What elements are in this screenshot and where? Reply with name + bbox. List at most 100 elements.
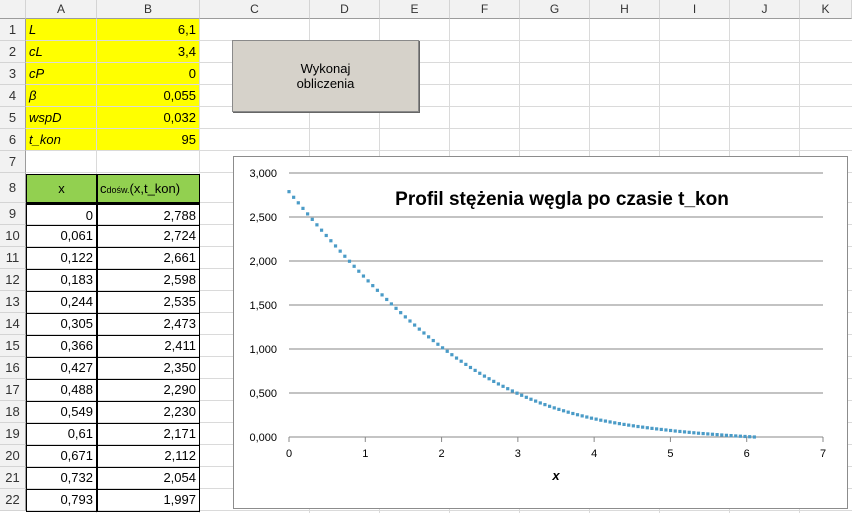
- param-value-1[interactable]: 6,1: [97, 19, 199, 40]
- column-header-e[interactable]: E: [380, 0, 450, 19]
- param-value-2[interactable]: 3,4: [97, 41, 199, 62]
- row-header-18[interactable]: 18: [0, 401, 26, 423]
- table-cell-c[interactable]: 2,054: [97, 467, 200, 490]
- column-header-i[interactable]: I: [660, 0, 730, 19]
- table-cell-x[interactable]: 0: [26, 203, 97, 226]
- param-label-5[interactable]: wspD: [26, 107, 96, 128]
- table-cell-x[interactable]: 0,732: [26, 467, 97, 490]
- data-point: [659, 427, 663, 432]
- chart-title: Profil stężenia węgla po czasie t_kon: [395, 189, 729, 210]
- table-cell-c[interactable]: 2,112: [97, 445, 200, 468]
- column-header-k[interactable]: K: [800, 0, 852, 19]
- table-cell-c[interactable]: 1,997: [97, 489, 200, 512]
- table-cell-x[interactable]: 0,183: [26, 269, 97, 292]
- table-cell-c[interactable]: 2,724: [97, 225, 200, 248]
- column-header-h[interactable]: H: [590, 0, 660, 19]
- data-point: [557, 407, 561, 411]
- row-header-16[interactable]: 16: [0, 357, 26, 379]
- table-cell-x[interactable]: 0,671: [26, 445, 97, 468]
- y-tick-label: 2,000: [249, 256, 277, 268]
- data-point: [655, 427, 659, 431]
- param-value-6[interactable]: 95: [97, 129, 199, 150]
- row-header-19[interactable]: 19: [0, 423, 26, 445]
- column-header-g[interactable]: G: [520, 0, 590, 19]
- row-header-4[interactable]: 4: [0, 85, 26, 107]
- row-header-11[interactable]: 11: [0, 247, 26, 269]
- param-label-3[interactable]: cP: [26, 63, 96, 84]
- table-cell-x[interactable]: 0,122: [26, 247, 97, 270]
- table-cell-c[interactable]: 2,598: [97, 269, 200, 292]
- table-cell-x[interactable]: 0,366: [26, 335, 97, 358]
- row-header-13[interactable]: 13: [0, 291, 26, 313]
- param-label-6[interactable]: t_kon: [26, 129, 96, 150]
- param-label-4[interactable]: β: [26, 85, 96, 106]
- data-point: [617, 422, 621, 426]
- row-header-14[interactable]: 14: [0, 313, 26, 335]
- row-header-20[interactable]: 20: [0, 445, 26, 467]
- data-point: [738, 434, 742, 438]
- data-point: [520, 393, 524, 397]
- row-header-8[interactable]: 8: [0, 173, 26, 203]
- data-point: [389, 302, 393, 306]
- select-all-corner[interactable]: [0, 0, 26, 19]
- table-cell-c[interactable]: 2,411: [97, 335, 200, 358]
- row-header-7[interactable]: 7: [0, 151, 26, 173]
- header-c-subscript: dośw.: [106, 185, 130, 195]
- data-point: [580, 414, 584, 418]
- param-value-3[interactable]: 0: [97, 63, 199, 84]
- row-header-10[interactable]: 10: [0, 225, 26, 247]
- column-header-f[interactable]: F: [450, 0, 520, 19]
- concentration-chart[interactable]: 0,000 0,500 1,000 1,500 2,000 2,500 3,000 0 1 2 3 4…: [233, 156, 848, 509]
- param-value-5[interactable]: 0,032: [97, 107, 199, 128]
- table-cell-x[interactable]: 0,61: [26, 423, 97, 446]
- row-header-3[interactable]: 3: [0, 63, 26, 85]
- table-cell-x[interactable]: 0,793: [26, 489, 97, 512]
- table-cell-x[interactable]: 0,244: [26, 291, 97, 314]
- row-header-5[interactable]: 5: [0, 107, 26, 129]
- y-tick-label: 0,000: [249, 432, 277, 444]
- data-point: [506, 387, 510, 391]
- column-header-a[interactable]: A: [26, 0, 97, 19]
- table-cell-c[interactable]: 2,661: [97, 247, 200, 270]
- table-cell-c[interactable]: 2,290: [97, 379, 200, 402]
- row-header-17[interactable]: 17: [0, 379, 26, 401]
- wykonaj-obliczenia-button[interactable]: Wykonaj obliczenia: [232, 40, 419, 112]
- data-point: [482, 374, 487, 378]
- data-point: [529, 397, 533, 401]
- table-cell-c[interactable]: 2,230: [97, 401, 200, 424]
- data-point: [701, 431, 705, 436]
- data-point: [636, 424, 640, 429]
- data-point: [450, 353, 454, 357]
- row-header-21[interactable]: 21: [0, 467, 26, 489]
- row-header-22[interactable]: 22: [0, 489, 26, 511]
- column-header-j[interactable]: J: [730, 0, 800, 19]
- table-cell-x[interactable]: 0,305: [26, 313, 97, 336]
- row-header-12[interactable]: 12: [0, 269, 26, 291]
- table-header-c[interactable]: cdośw.(x,t_kon): [97, 174, 200, 203]
- table-cell-c[interactable]: 2,535: [97, 291, 200, 314]
- data-point: [599, 418, 603, 422]
- table-cell-x[interactable]: 0,488: [26, 379, 97, 402]
- param-label-1[interactable]: L: [26, 19, 96, 40]
- column-header-d[interactable]: D: [310, 0, 380, 19]
- table-cell-c[interactable]: 2,473: [97, 313, 200, 336]
- param-label-2[interactable]: cL: [26, 41, 96, 62]
- row-header-15[interactable]: 15: [0, 335, 26, 357]
- column-header-c[interactable]: C: [200, 0, 310, 19]
- table-cell-x[interactable]: 0,061: [26, 225, 97, 248]
- row-header-9[interactable]: 9: [0, 203, 26, 225]
- table-cell-x[interactable]: 0,427: [26, 357, 97, 380]
- data-point: [748, 435, 752, 439]
- table-cell-x[interactable]: 0,549: [26, 401, 97, 424]
- row-header-6[interactable]: 6: [0, 129, 26, 151]
- data-point: [547, 404, 552, 408]
- table-cell-c[interactable]: 2,788: [97, 203, 200, 226]
- table-cell-c[interactable]: 2,171: [97, 423, 200, 446]
- row-header-1[interactable]: 1: [0, 19, 26, 41]
- table-cell-c[interactable]: 2,350: [97, 357, 200, 380]
- param-value-4[interactable]: 0,055: [97, 85, 199, 106]
- column-header-b[interactable]: B: [97, 0, 200, 19]
- table-header-x[interactable]: x: [26, 174, 97, 203]
- data-point: [645, 426, 649, 430]
- row-header-2[interactable]: 2: [0, 41, 26, 63]
